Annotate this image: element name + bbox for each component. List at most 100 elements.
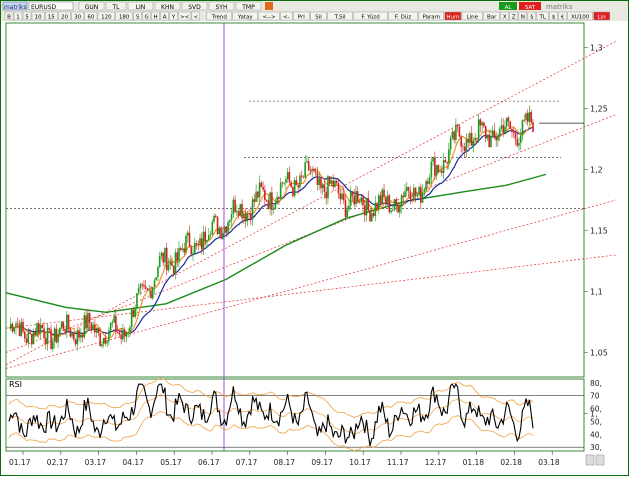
candle-body [509, 121, 512, 130]
candle-body [523, 119, 526, 121]
candle-body [227, 222, 229, 233]
candle-body [23, 331, 26, 339]
candle-body [11, 323, 14, 332]
period-button-label: 20 [61, 15, 68, 21]
candle-body [285, 179, 287, 183]
candle-body [176, 252, 179, 262]
x-tick-label: 01.18 [463, 458, 485, 467]
candle-body [236, 211, 238, 213]
candle-body [502, 125, 505, 133]
candle-body [483, 122, 485, 127]
candle-body [414, 187, 417, 197]
candle-body [337, 183, 340, 194]
candle-body [276, 197, 278, 204]
candle-body [200, 238, 203, 250]
candle-body [476, 137, 478, 139]
candle-body [346, 209, 349, 217]
tool-button-label: Sil [315, 15, 322, 21]
app-logo-text: matriks [4, 4, 27, 11]
candle-body [297, 185, 299, 188]
candle-body [356, 191, 359, 202]
candle-body [302, 176, 305, 178]
candle-body [388, 195, 391, 213]
candle-body [299, 175, 301, 188]
candle-body [290, 182, 292, 188]
candle-body [193, 243, 196, 254]
candle-body [62, 322, 65, 330]
candle-body [52, 341, 54, 350]
candle-body [281, 182, 284, 184]
candle-body [384, 197, 387, 203]
candle-body [188, 232, 191, 248]
candle-body [306, 161, 308, 163]
candle-body [160, 252, 163, 257]
candle-body [207, 235, 210, 240]
candle-body [169, 261, 172, 265]
candle-body [15, 323, 17, 328]
candle-body [120, 334, 122, 340]
candle-body [55, 328, 58, 343]
candle-body [484, 126, 487, 139]
candle-body [351, 191, 354, 196]
candle-body [286, 172, 289, 180]
candle-body [272, 208, 275, 210]
candle-body [400, 195, 403, 207]
scroll-right-button[interactable] [595, 454, 605, 466]
candle-body [437, 165, 440, 172]
x-tick-label: 01.17 [9, 458, 31, 467]
candle-body [369, 210, 371, 222]
candle-body [71, 332, 73, 337]
x-tick-label: 12.17 [425, 458, 447, 467]
candle-body [183, 248, 186, 253]
candle-body [206, 239, 208, 242]
y-tick-label: 1,15 [590, 227, 608, 236]
toolbar-button-label: TL [111, 4, 120, 11]
bar-style-icon[interactable] [265, 2, 273, 10]
candle-body [78, 330, 80, 338]
candle-body [101, 344, 103, 347]
candle-body [43, 328, 45, 338]
candle-body [458, 126, 461, 137]
candle-body [229, 220, 231, 223]
candle-body [197, 244, 200, 246]
candle-body [186, 232, 189, 236]
tool-button-label: Line [467, 15, 479, 21]
candle-body [216, 216, 219, 235]
scroll-left-button[interactable] [585, 454, 595, 466]
x-tick-label: 02.18 [500, 458, 522, 467]
candle-body [512, 132, 515, 133]
x-tick-label: 09.17 [311, 458, 333, 467]
tool-button-label: Trend [211, 15, 227, 21]
period-button-label: B [7, 15, 11, 21]
candle-body [132, 309, 135, 317]
candle-body [532, 122, 534, 133]
candle-body [330, 180, 333, 184]
candle-body [214, 215, 217, 217]
candle-body [136, 293, 138, 309]
period-button-label: < [193, 15, 198, 21]
x-tick-label: 03.17 [85, 458, 107, 467]
rsi-tick-label: 70 [590, 392, 600, 401]
candle-body [455, 124, 457, 140]
candle-body [113, 316, 115, 323]
candle-body [313, 168, 315, 172]
candle-body [264, 189, 266, 201]
candle-body [73, 332, 75, 340]
candle-body [407, 187, 410, 192]
candle-body [255, 191, 257, 202]
candle-body [127, 332, 129, 334]
candle-body [304, 162, 306, 178]
candle-body [199, 238, 201, 245]
candle-body [192, 253, 194, 255]
candle-body [190, 247, 193, 255]
candle-body [367, 197, 370, 211]
candle-body [122, 329, 124, 340]
candle-body [106, 341, 108, 344]
candle-body [474, 137, 476, 141]
candle-body [274, 203, 277, 209]
candle-body [243, 213, 245, 219]
candle-body [36, 323, 38, 335]
candle-body [130, 309, 133, 328]
candle-body [22, 321, 24, 332]
period-button-label: 120 [101, 15, 112, 21]
